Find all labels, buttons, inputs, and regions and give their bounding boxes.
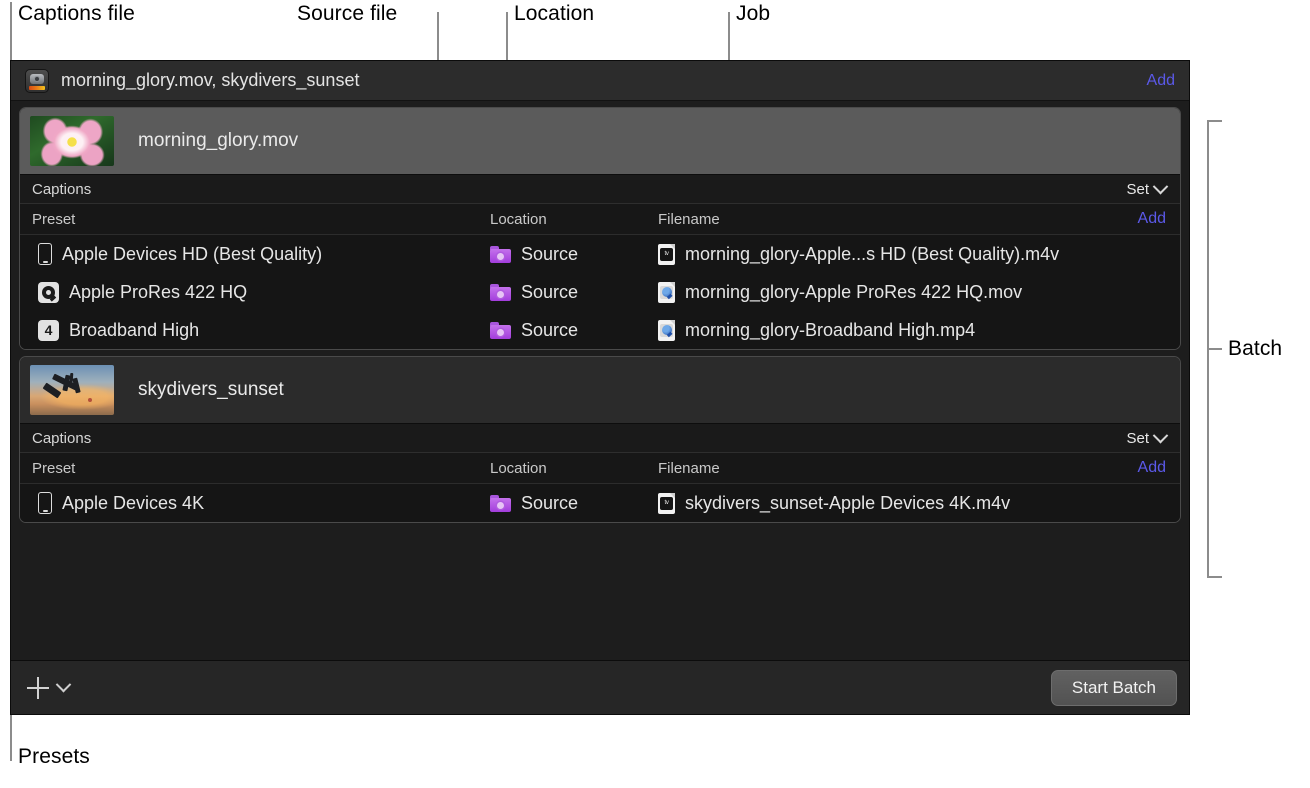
column-header-preset: Preset bbox=[32, 211, 490, 228]
preset-name: Apple ProRes 422 HQ bbox=[69, 282, 247, 303]
phone-icon bbox=[38, 243, 52, 265]
captions-set-label: Set bbox=[1126, 181, 1149, 198]
preset-name: Apple Devices 4K bbox=[62, 493, 204, 514]
job-name: skydivers_sunset bbox=[138, 379, 284, 401]
location-value: Source bbox=[521, 282, 578, 303]
add-job-menu-button[interactable] bbox=[27, 677, 1051, 699]
appletv-file-icon: tv bbox=[658, 244, 675, 265]
location-value: Source bbox=[521, 493, 578, 514]
preset-name: Broadband High bbox=[69, 320, 199, 341]
purple-folder-icon bbox=[490, 246, 511, 263]
preset-add-link[interactable]: Add bbox=[1138, 210, 1166, 228]
filename-value: morning_glory-Apple...s HD (Best Quality… bbox=[685, 244, 1059, 265]
annotation-label-captions-file: Captions file bbox=[18, 2, 135, 26]
quicktime-file-icon bbox=[658, 320, 675, 341]
annotation-label-location: Location bbox=[514, 2, 594, 26]
skydivers-thumbnail bbox=[30, 365, 114, 415]
captions-label: Captions bbox=[32, 430, 1126, 447]
broadband-icon: 4 bbox=[38, 320, 59, 341]
captions-set-menu[interactable]: Set bbox=[1126, 181, 1166, 198]
annotation-label-source-file: Source file bbox=[297, 2, 397, 26]
column-header-preset: Preset bbox=[32, 460, 490, 477]
start-batch-button[interactable]: Start Batch bbox=[1051, 670, 1177, 706]
purple-folder-icon bbox=[490, 495, 511, 512]
preset-table-body: Apple Devices 4K Source tv skydivers_sun… bbox=[20, 484, 1180, 522]
filename-value: morning_glory-Broadband High.mp4 bbox=[685, 320, 975, 341]
column-header-filename: Filename bbox=[658, 211, 1138, 228]
captions-set-label: Set bbox=[1126, 430, 1149, 447]
captions-row: Captions Set bbox=[20, 423, 1180, 453]
job-header[interactable]: skydivers_sunset bbox=[20, 357, 1180, 423]
quicktime-file-icon bbox=[658, 282, 675, 303]
column-header-location: Location bbox=[490, 460, 658, 477]
captions-set-menu[interactable]: Set bbox=[1126, 430, 1166, 447]
job-skydivers-sunset[interactable]: skydivers_sunset Captions Set Preset Loc… bbox=[19, 356, 1181, 523]
job-header[interactable]: morning_glory.mov bbox=[20, 108, 1180, 174]
column-header-location: Location bbox=[490, 211, 658, 228]
phone-icon bbox=[38, 492, 52, 514]
location-value: Source bbox=[521, 320, 578, 341]
flower-thumbnail bbox=[30, 116, 114, 166]
table-row[interactable]: Apple Devices HD (Best Quality) Source t… bbox=[20, 235, 1180, 273]
annotation-label-batch: Batch bbox=[1228, 337, 1282, 361]
column-header-filename: Filename bbox=[658, 460, 1138, 477]
table-row[interactable]: Apple ProRes 422 HQ Source morning_glory… bbox=[20, 273, 1180, 311]
batch-title: morning_glory.mov, skydivers_sunset bbox=[61, 70, 1147, 91]
annotation-label-job: Job bbox=[736, 2, 770, 26]
annotation-bracket-batch-tick bbox=[1207, 348, 1222, 350]
job-morning-glory[interactable]: morning_glory.mov Captions Set Preset Lo… bbox=[19, 107, 1181, 350]
compressor-window: morning_glory.mov, skydivers_sunset Add … bbox=[10, 60, 1190, 715]
batch-add-link[interactable]: Add bbox=[1147, 72, 1175, 90]
annotation-bracket-batch-top bbox=[1207, 120, 1222, 122]
preset-add-link[interactable]: Add bbox=[1138, 459, 1166, 477]
captions-row: Captions Set bbox=[20, 174, 1180, 204]
batch-empty-area[interactable] bbox=[11, 523, 1189, 660]
captions-label: Captions bbox=[32, 181, 1126, 198]
chevron-down-icon bbox=[56, 677, 72, 693]
compressor-app-icon bbox=[25, 69, 49, 93]
job-name: morning_glory.mov bbox=[138, 130, 298, 152]
preset-name: Apple Devices HD (Best Quality) bbox=[62, 244, 322, 265]
table-row[interactable]: Apple Devices 4K Source tv skydivers_sun… bbox=[20, 484, 1180, 522]
purple-folder-icon bbox=[490, 284, 511, 301]
batch-header: morning_glory.mov, skydivers_sunset Add bbox=[11, 61, 1189, 101]
chevron-down-icon bbox=[1153, 178, 1169, 194]
location-value: Source bbox=[521, 244, 578, 265]
appletv-file-icon: tv bbox=[658, 493, 675, 514]
preset-table-body: Apple Devices HD (Best Quality) Source t… bbox=[20, 235, 1180, 349]
preset-table-header: Preset Location Filename Add bbox=[20, 453, 1180, 484]
filename-value: skydivers_sunset-Apple Devices 4K.m4v bbox=[685, 493, 1010, 514]
chevron-down-icon bbox=[1153, 427, 1169, 443]
annotation-bracket-batch-bottom bbox=[1207, 576, 1222, 578]
filename-value: morning_glory-Apple ProRes 422 HQ.mov bbox=[685, 282, 1022, 303]
preset-table-header: Preset Location Filename Add bbox=[20, 204, 1180, 235]
table-row[interactable]: 4 Broadband High Source morning_glory-Br… bbox=[20, 311, 1180, 349]
prores-icon bbox=[38, 282, 59, 303]
annotation-label-presets: Presets bbox=[18, 745, 90, 769]
purple-folder-icon bbox=[490, 322, 511, 339]
bottom-toolbar: Start Batch bbox=[11, 660, 1189, 714]
plus-icon bbox=[27, 677, 49, 699]
